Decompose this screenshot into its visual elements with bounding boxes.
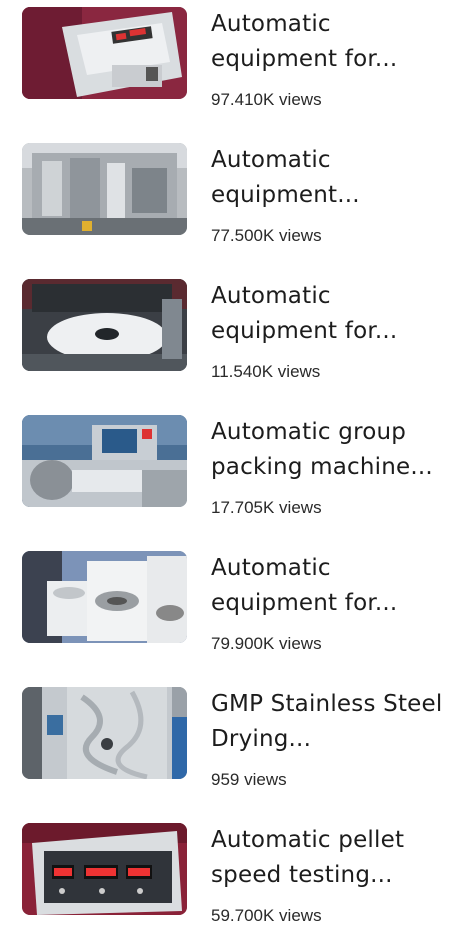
item-views: 59.700K views	[211, 906, 322, 925]
item-views: 77.500K views	[211, 226, 322, 245]
list-item[interactable]: Automatic group packing machine... 17.70…	[0, 408, 463, 528]
item-views: 17.705K views	[211, 498, 322, 517]
item-views: 11.540K views	[211, 362, 321, 381]
stainless-drying-oven-image[interactable]	[22, 687, 187, 779]
item-title[interactable]: Automatic group packing machine...	[211, 415, 451, 485]
item-title[interactable]: Automatic pellet speed testing...	[211, 823, 451, 893]
group-packing-machine-image[interactable]	[22, 415, 187, 507]
item-title[interactable]: Automatic equipment for...	[211, 551, 451, 621]
item-title[interactable]: Automatic equipment...	[211, 143, 451, 213]
blister-packing-machine-image[interactable]	[22, 143, 187, 235]
item-title[interactable]: Automatic equipment for...	[211, 279, 451, 349]
rotary-capping-machine-image[interactable]	[22, 279, 187, 371]
item-views: 79.900K views	[211, 634, 322, 653]
list-item[interactable]: Automatic pellet speed testing... 59.700…	[0, 816, 463, 936]
tablet-hardness-tester-image[interactable]	[22, 7, 187, 99]
list-item[interactable]: Automatic equipment for... 97.410K views	[0, 0, 463, 120]
pellet-speed-tester-image[interactable]	[22, 823, 187, 915]
list-item[interactable]: Automatic equipment for... 79.900K views	[0, 544, 463, 664]
item-title[interactable]: Automatic equipment for...	[211, 7, 451, 77]
list-item[interactable]: GMP Stainless Steel Drying... 959 views	[0, 680, 463, 800]
item-title[interactable]: GMP Stainless Steel Drying...	[211, 687, 451, 757]
centrifuge-equipment-image[interactable]	[22, 551, 187, 643]
list-item[interactable]: Automatic equipment for... 11.540K views	[0, 272, 463, 392]
item-views: 97.410K views	[211, 90, 322, 109]
list-item[interactable]: Automatic equipment... 77.500K views	[0, 136, 463, 256]
item-views: 959 views	[211, 770, 287, 789]
video-list: Automatic equipment for... 97.410K views…	[0, 0, 463, 927]
